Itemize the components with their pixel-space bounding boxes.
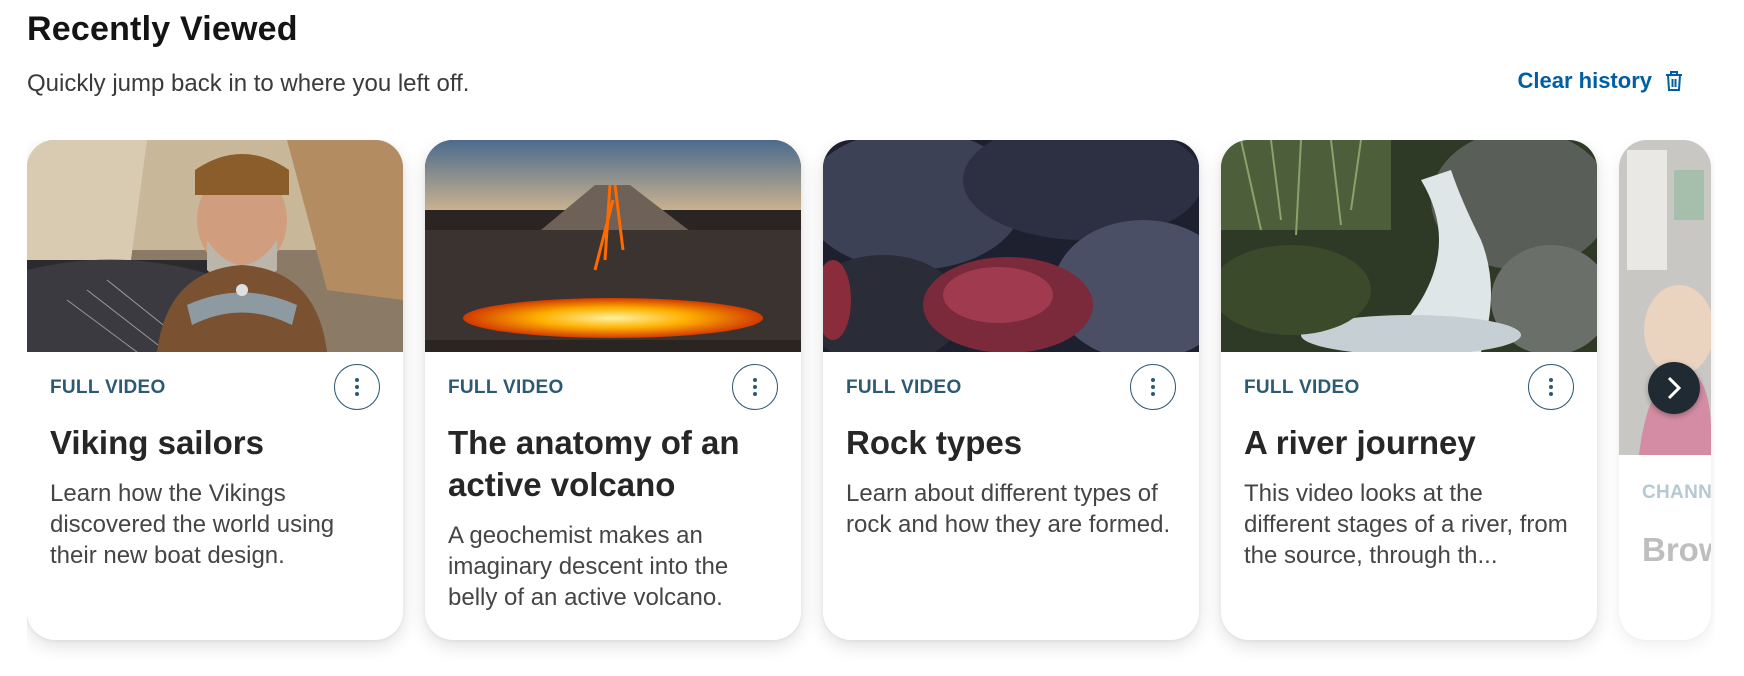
recently-viewed-section: Recently Viewed Quickly jump back in to …: [0, 0, 1744, 676]
chevron-right-icon: [1667, 376, 1681, 400]
clear-history-label: Clear history: [1517, 68, 1653, 93]
more-vertical-icon: [1549, 378, 1553, 396]
video-card[interactable]: FULL VIDEO The anatomy of an active volc…: [425, 140, 801, 640]
card-title: A river journey: [1244, 424, 1476, 461]
carousel-next-button[interactable]: [1648, 362, 1700, 414]
trash-icon: [1666, 71, 1682, 91]
more-vertical-icon: [355, 378, 359, 396]
card-type-label: FULL VIDEO: [448, 377, 564, 398]
section-title: Recently Viewed: [27, 10, 298, 48]
video-card[interactable]: FULL VIDEO Viking sailors Learn how the …: [27, 140, 403, 640]
more-options-button[interactable]: [1130, 364, 1176, 410]
recently-viewed-carousel: FULL VIDEO Viking sailors Learn how the …: [27, 140, 1715, 660]
river-thumbnail: [1221, 140, 1597, 352]
more-vertical-icon: [1151, 378, 1155, 396]
viking-thumbnail: [27, 140, 403, 352]
video-card[interactable]: FULL VIDEO A river journey This video lo…: [1221, 140, 1597, 640]
card-title: Rock types: [846, 424, 1023, 461]
card-type-label: CHANN: [1642, 482, 1711, 503]
more-options-button[interactable]: [1528, 364, 1574, 410]
more-options-button[interactable]: [334, 364, 380, 410]
card-title: The anatomy of an active volcano: [448, 424, 740, 503]
card-type-label: FULL VIDEO: [50, 377, 166, 398]
more-options-button[interactable]: [732, 364, 778, 410]
volcano-thumbnail: [425, 140, 801, 352]
card-title: Brow grou: [1642, 531, 1711, 568]
card-description: This video looks at the different stages…: [1244, 480, 1568, 569]
section-subtitle: Quickly jump back in to where you left o…: [27, 70, 470, 97]
card-title: Viking sailors: [50, 424, 264, 461]
video-card[interactable]: FULL VIDEO Rock types Learn about differ…: [823, 140, 1199, 640]
card-type-label: FULL VIDEO: [846, 377, 962, 398]
more-vertical-icon: [753, 378, 757, 396]
card-description: A geochemist makes an imaginary descent …: [448, 522, 729, 611]
card-type-label: FULL VIDEO: [1244, 377, 1360, 398]
card-description: Learn how the Vikings discovered the wor…: [50, 480, 335, 569]
clear-history-button[interactable]: Clear history: [1518, 68, 1685, 94]
rocks-thumbnail: [823, 140, 1199, 352]
card-description: Learn about different types of rock and …: [846, 480, 1171, 538]
